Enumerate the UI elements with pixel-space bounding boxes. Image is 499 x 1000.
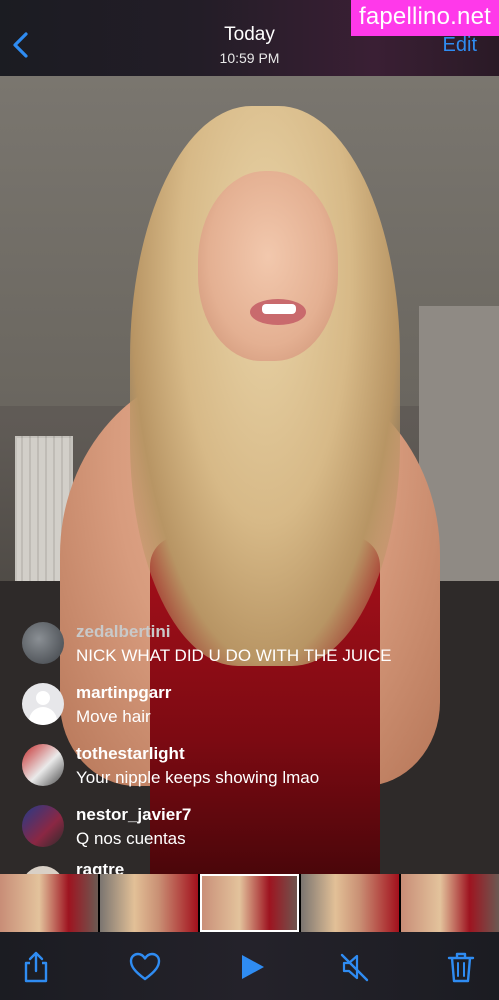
comment-username: nestor_javier7: [76, 805, 192, 824]
share-icon[interactable]: [19, 950, 53, 984]
comment-item: ragtre: [0, 862, 499, 874]
photo-viewer: Today 10:59 PM Edit fapellino.net zedalb…: [0, 0, 499, 1000]
comment-username: tothestarlight: [76, 744, 185, 763]
edit-button[interactable]: Edit: [443, 34, 477, 57]
smile: [262, 304, 296, 314]
comment-item: nestor_javier7 Q nos cuentas: [0, 801, 499, 857]
filmstrip-frame: [100, 874, 199, 932]
filmstrip-frame: [0, 874, 99, 932]
time-label: 10:59 PM: [219, 50, 280, 66]
avatar: [22, 744, 64, 786]
avatar: [22, 866, 64, 874]
speaker-muted-icon[interactable]: [338, 950, 372, 984]
avatar: [22, 805, 64, 847]
comment-username: ragtre: [76, 862, 125, 874]
comment-text: NICK WHAT DID U DO WITH THE JUICE: [76, 646, 392, 665]
comment-text: Q nos cuentas: [76, 829, 186, 848]
watermark: fapellino.net: [350, 0, 499, 36]
comment-item: tothestarlight Your nipple keeps showing…: [0, 740, 499, 796]
default-avatar-icon: [22, 683, 64, 725]
bottom-toolbar: [0, 932, 499, 1000]
filmstrip-scrubber[interactable]: [0, 874, 499, 932]
filmstrip-frame: [300, 874, 399, 932]
filmstrip-frame: [400, 874, 499, 932]
person-face: [198, 171, 338, 361]
comment-username: zedalbertini: [76, 622, 171, 641]
comment-item: martinpgarr Move hair: [0, 679, 499, 735]
playhead-frame[interactable]: [200, 874, 299, 932]
comment-text: Your nipple keeps showing lmao: [76, 768, 320, 787]
play-icon[interactable]: [235, 950, 269, 984]
comment-text: Move hair: [76, 707, 151, 726]
comment-item: zedalbertini NICK WHAT DID U DO WITH THE…: [0, 618, 499, 674]
avatar: [22, 622, 64, 664]
comment-username: martinpgarr: [76, 683, 172, 702]
trash-icon[interactable]: [444, 950, 478, 984]
heart-icon[interactable]: [128, 950, 162, 984]
